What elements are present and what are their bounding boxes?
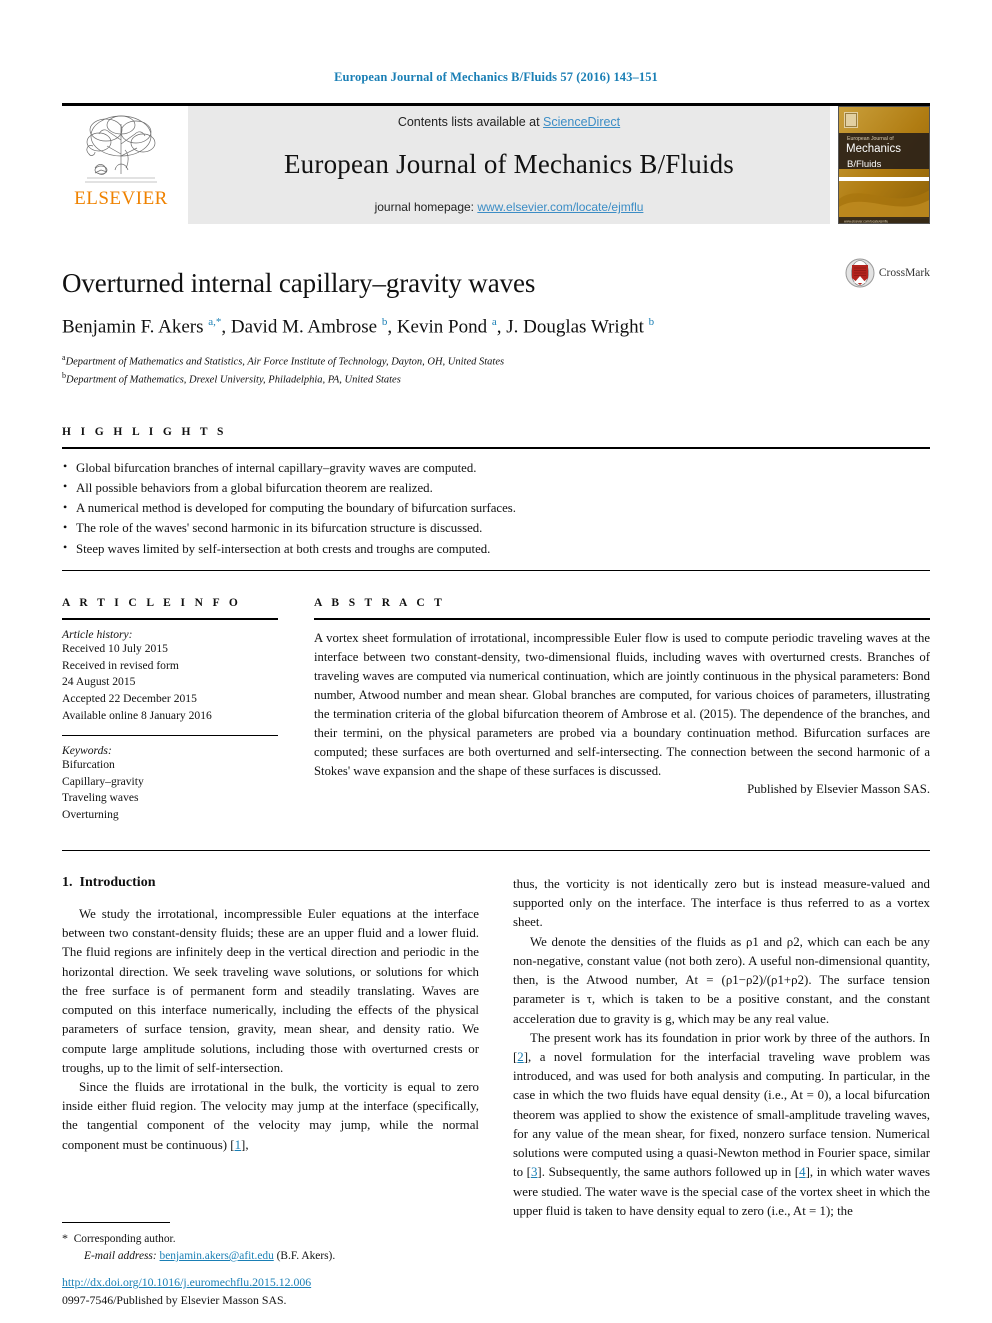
elsevier-wordmark: ELSEVIER: [74, 188, 168, 209]
svg-text:www.elsevier.com/locate/ejmflu: www.elsevier.com/locate/ejmflu: [844, 220, 888, 224]
section-title: Introduction: [79, 875, 156, 891]
contents-prefix: Contents lists available at: [397, 115, 544, 129]
paragraph-seg: ], a novel formulation for the interfaci…: [513, 1050, 930, 1180]
doi-link[interactable]: http://dx.doi.org/10.1016/j.euromechflu.…: [62, 1274, 502, 1292]
list-item: A numerical method is developed for comp…: [62, 498, 930, 518]
email-link[interactable]: benjamin.akers@afit.edu: [160, 1250, 274, 1262]
homepage-prefix: journal homepage:: [374, 200, 478, 214]
paragraph: thus, the vorticity is not identically z…: [513, 877, 930, 930]
email-suffix: (B.F. Akers).: [276, 1249, 336, 1262]
author-list: Benjamin F. Akers a,*, David M. Ambrose …: [62, 316, 655, 338]
paragraph-text-tail: ],: [241, 1137, 249, 1152]
crossmark-icon: [845, 258, 875, 288]
keyword: Overturning: [62, 808, 119, 822]
svg-text:Mechanics: Mechanics: [846, 143, 901, 155]
elsevier-tree-icon: [85, 115, 157, 183]
history-line: Available online 8 January 2016: [62, 709, 212, 723]
keywords-block: Keywords: Bifurcation Capillary–gravity …: [62, 736, 278, 824]
journal-homepage-link[interactable]: www.elsevier.com/locate/ejmflu: [477, 200, 643, 214]
elsevier-logo: ELSEVIER: [62, 106, 180, 224]
article-header: CrossMark Overturned internal capillary–…: [62, 258, 930, 388]
keyword: Capillary–gravity: [62, 774, 144, 788]
running-head: European Journal of Mechanics B/Fluids 5…: [334, 70, 658, 84]
paragraph: Since the fluids are irrotational in the…: [62, 1078, 479, 1155]
page-title: Overturned internal capillary–gravity wa…: [62, 268, 536, 298]
highlights-list: Global bifurcation branches of internal …: [62, 449, 930, 564]
history-line: Received in revised form: [62, 658, 179, 672]
paragraph: The present work has its foundation in p…: [513, 1029, 930, 1221]
article-info-heading: A R T I C L E I N F O: [62, 596, 242, 609]
section-number: 1.: [62, 875, 73, 891]
journal-title: European Journal of Mechanics B/Fluids: [283, 149, 734, 179]
contents-available-line: Contents lists available at ScienceDirec…: [398, 115, 620, 129]
article-info-column: A R T I C L E I N F O Article history: R…: [62, 597, 314, 824]
abstract-text: A vortex sheet formulation of irrotation…: [314, 630, 930, 779]
article-history-label: Article history:: [62, 627, 133, 641]
footer-doi-block: http://dx.doi.org/10.1016/j.euromechflu.…: [62, 1274, 502, 1309]
paragraph-text: Since the fluids are irrotational in the…: [62, 1080, 479, 1152]
keywords-label: Keywords:: [62, 743, 112, 757]
svg-text:B/Fluids: B/Fluids: [847, 159, 882, 170]
info-abstract-row: A R T I C L E I N F O Article history: R…: [62, 597, 930, 824]
journal-cover-thumbnail[interactable]: European Journal of Mechanics B/Fluids w…: [838, 106, 930, 224]
history-line: Received 10 July 2015: [62, 641, 168, 655]
corresponding-marker: *: [62, 1230, 68, 1245]
email-line: E-mail address: benjamin.akers@afit.edu …: [62, 1248, 492, 1265]
body-column-right: thus, the vorticity is not identically z…: [513, 875, 930, 1221]
keyword: Traveling waves: [62, 791, 139, 805]
paragraph: We study the irrotational, incompressibl…: [62, 907, 479, 1075]
affiliation-b: bDepartment of Mathematics, Drexel Unive…: [62, 370, 930, 388]
abstract-heading: A B S T R A C T: [314, 596, 446, 609]
issn-copyright-line: 0997-7546/Published by Elsevier Masson S…: [62, 1292, 287, 1307]
list-item: Steep waves limited by self-intersection…: [62, 538, 930, 559]
journal-banner: Contents lists available at ScienceDirec…: [188, 106, 830, 224]
affiliation-text-a: Department of Mathematics and Statistics…: [65, 356, 505, 368]
crossmark-label: CrossMark: [878, 267, 930, 279]
list-item: Global bifurcation branches of internal …: [62, 457, 930, 478]
footnote-rule: [62, 1221, 170, 1223]
body-columns: 1. Introduction We study the irrotational…: [62, 875, 930, 1221]
svg-text:European Journal of: European Journal of: [847, 136, 894, 142]
keyword: Bifurcation: [62, 757, 115, 771]
affiliation-text-b: Department of Mathematics, Drexel Univer…: [66, 374, 401, 386]
highlights-heading: H I G H L I G H T S: [62, 425, 227, 438]
body-column-left: 1. Introduction We study the irrotational…: [62, 875, 479, 1221]
abstract-publisher-line: Published by Elsevier Masson SAS.: [747, 782, 930, 797]
corresponding-author-footnote: * Corresponding author. E-mail address: …: [62, 1221, 492, 1265]
section-heading-introduction: 1. Introduction: [62, 875, 479, 891]
abstract-column: A B S T R A C T A vortex sheet formulati…: [314, 597, 930, 824]
paragraph: We denote the densities of the fluids as…: [513, 934, 930, 1026]
paragraph-seg: ]. Subsequently, the same authors follow…: [537, 1165, 800, 1180]
affiliation-a: aDepartment of Mathematics and Statistic…: [62, 352, 930, 370]
sciencedirect-link[interactable]: ScienceDirect: [543, 115, 620, 129]
corresponding-author-line: * Corresponding author.: [62, 1229, 492, 1248]
history-line: 24 August 2015: [62, 675, 136, 689]
body-separator-rule: [62, 850, 930, 852]
list-item: All possible behaviors from a global bif…: [62, 477, 930, 498]
crossmark-badge[interactable]: CrossMark: [845, 258, 930, 288]
highlights-section: H I G H L I G H T S Global bifurcation b…: [62, 426, 930, 571]
journal-article-page: European Journal of Mechanics B/Fluids 5…: [0, 0, 992, 1323]
history-line: Accepted 22 December 2015: [62, 692, 197, 706]
cover-artwork: European Journal of Mechanics B/Fluids w…: [839, 107, 929, 224]
article-history-block: Article history: Received 10 July 2015 R…: [62, 620, 278, 725]
journal-masthead: ELSEVIER Contents lists available at Sci…: [62, 103, 930, 224]
journal-homepage-line: journal homepage: www.elsevier.com/locat…: [375, 200, 644, 214]
highlights-rule-bottom: [62, 569, 930, 571]
corresponding-text: Corresponding author.: [73, 1232, 176, 1245]
list-item: The role of the waves' second harmonic i…: [62, 518, 930, 538]
email-label: E-mail address:: [84, 1249, 157, 1262]
